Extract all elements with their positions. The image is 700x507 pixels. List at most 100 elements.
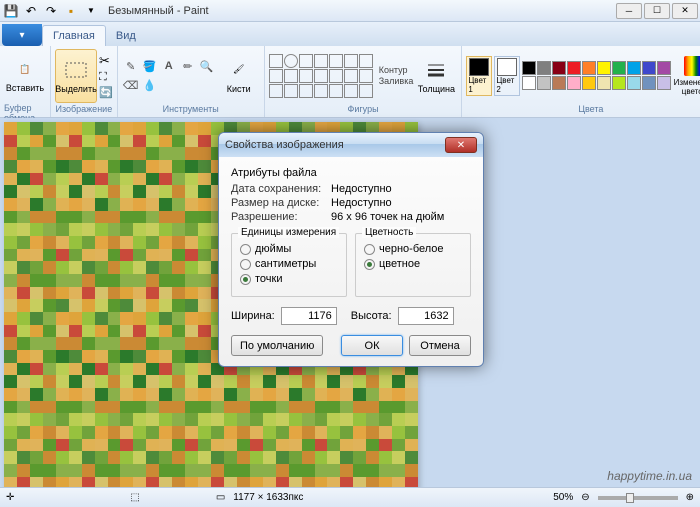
swatch[interactable] [552, 76, 566, 90]
units-legend: Единицы измерения [238, 227, 339, 238]
swatch[interactable] [612, 76, 626, 90]
swatch[interactable] [597, 76, 611, 90]
resolution-label: Разрешение: [231, 211, 331, 223]
swatch[interactable] [627, 76, 641, 90]
panel-colors: Цвет 1 Цвет 2 Изменение цветов Цвета [462, 46, 700, 117]
ribbon: 📋Вставить Буфер обмена Выделить ✂ ⛶ 🔄 Из… [0, 46, 700, 118]
thickness-icon [424, 58, 448, 82]
redo-icon[interactable]: ↷ [42, 2, 60, 20]
selection-icon: ⬚ [130, 492, 139, 503]
color-palette[interactable] [522, 61, 671, 90]
edit-colors-button[interactable]: Изменение цветов [673, 49, 700, 103]
swatch[interactable] [627, 61, 641, 75]
panel-label: Цвета [578, 103, 603, 115]
radio-cm[interactable]: сантиметры [240, 258, 338, 270]
ok-button[interactable]: ОК [341, 335, 403, 356]
swatch[interactable] [612, 61, 626, 75]
swatch[interactable] [582, 61, 596, 75]
dialog-close-button[interactable]: ✕ [445, 137, 477, 153]
dims-icon: ▭ [216, 492, 225, 503]
swatch[interactable] [537, 76, 551, 90]
radio-bw[interactable]: черно-белое [364, 243, 462, 255]
swatch[interactable] [522, 61, 536, 75]
file-attributes-header: Атрибуты файла [231, 167, 471, 179]
shapes-gallery[interactable] [269, 54, 373, 98]
outline-option[interactable]: Контур [379, 65, 414, 75]
width-input[interactable] [281, 307, 337, 325]
zoom-value: 50% [553, 492, 573, 503]
panel-shapes: Контур Заливка Толщина Фигуры [265, 46, 463, 117]
color2-button[interactable]: Цвет 2 [494, 56, 520, 96]
panel-image: Выделить ✂ ⛶ 🔄 Изображение [51, 46, 118, 117]
saved-value: Недоступно [331, 183, 392, 195]
watermark: happytime.in.ua [607, 469, 692, 483]
radio-inches[interactable]: дюймы [240, 243, 338, 255]
quick-access-toolbar: 💾 ↶ ↷ ▪ ▼ [2, 2, 100, 20]
zoom-out-button[interactable]: ⊖ [581, 492, 589, 503]
qat-dropdown-icon[interactable]: ▼ [82, 2, 100, 20]
tools-grid[interactable]: ✎🪣A✏🔍⌫💧 [122, 57, 216, 94]
color1-button[interactable]: Цвет 1 [466, 56, 492, 96]
resize-icon[interactable]: ⛶ [99, 71, 113, 84]
panel-clipboard: 📋Вставить Буфер обмена [0, 46, 51, 117]
height-input[interactable] [398, 307, 454, 325]
maximize-button[interactable]: ☐ [644, 3, 670, 19]
qat-icon[interactable]: ▪ [62, 2, 80, 20]
tab-view[interactable]: Вид [106, 26, 146, 46]
close-button[interactable]: ✕ [672, 3, 698, 19]
brushes-button[interactable]: 🖌Кисти [218, 49, 260, 103]
default-button[interactable]: По умолчанию [231, 335, 323, 356]
ribbon-tabs: ▾ Главная Вид [0, 22, 700, 46]
panel-label: Инструменты [163, 103, 219, 115]
select-button[interactable]: Выделить [55, 49, 97, 103]
resolution-value: 96 x 96 точек на дюйм [331, 211, 444, 223]
brush-icon: 🖌 [227, 58, 251, 82]
image-properties-dialog: Свойства изображения ✕ Атрибуты файла Да… [218, 132, 484, 367]
rotate-icon[interactable]: 🔄 [99, 86, 113, 99]
panel-label: Фигуры [348, 103, 379, 115]
saved-label: Дата сохранения: [231, 183, 331, 195]
disk-value: Недоступно [331, 197, 392, 209]
swatch[interactable] [642, 76, 656, 90]
panel-label: Изображение [56, 103, 113, 115]
canvas-dims: 1177 × 1633пкс [233, 492, 303, 503]
width-label: Ширина: [231, 310, 275, 322]
cursor-icon: ✛ [6, 492, 14, 503]
swatch[interactable] [522, 76, 536, 90]
zoom-slider[interactable] [598, 496, 678, 500]
disk-label: Размер на диске: [231, 197, 331, 209]
thickness-button[interactable]: Толщина [415, 49, 457, 103]
swatch[interactable] [582, 76, 596, 90]
crop-icon[interactable]: ✂ [99, 53, 113, 69]
status-bar: ✛ ⬚ ▭ 1177 × 1633пкс 50% ⊖ ⊕ [0, 487, 700, 507]
swatch[interactable] [597, 61, 611, 75]
swatch[interactable] [552, 61, 566, 75]
select-icon [64, 58, 88, 82]
paste-button[interactable]: 📋Вставить [4, 48, 46, 102]
height-label: Высота: [351, 310, 392, 322]
tab-home[interactable]: Главная [42, 25, 106, 46]
swatch[interactable] [537, 61, 551, 75]
minimize-button[interactable]: ─ [616, 3, 642, 19]
undo-icon[interactable]: ↶ [22, 2, 40, 20]
radio-pixels[interactable]: точки [240, 273, 338, 285]
swatch[interactable] [657, 76, 671, 90]
color-legend: Цветность [362, 227, 416, 238]
swatch[interactable] [657, 61, 671, 75]
file-button[interactable]: ▾ [2, 24, 42, 46]
panel-tools: ✎🪣A✏🔍⌫💧 🖌Кисти Инструменты [118, 46, 265, 117]
color-fieldset: Цветность черно-белое цветное [355, 233, 471, 297]
cancel-button[interactable]: Отмена [409, 335, 471, 356]
radio-color[interactable]: цветное [364, 258, 462, 270]
paste-icon: 📋 [13, 57, 37, 81]
swatch[interactable] [567, 61, 581, 75]
dialog-title-bar[interactable]: Свойства изображения ✕ [219, 133, 483, 157]
title-bar: 💾 ↶ ↷ ▪ ▼ Безымянный - Paint ─ ☐ ✕ [0, 0, 700, 22]
dialog-title: Свойства изображения [225, 139, 344, 151]
fill-option[interactable]: Заливка [379, 76, 414, 86]
save-icon[interactable]: 💾 [2, 2, 20, 20]
rainbow-icon [684, 56, 700, 76]
swatch[interactable] [567, 76, 581, 90]
swatch[interactable] [642, 61, 656, 75]
zoom-in-button[interactable]: ⊕ [686, 492, 694, 503]
